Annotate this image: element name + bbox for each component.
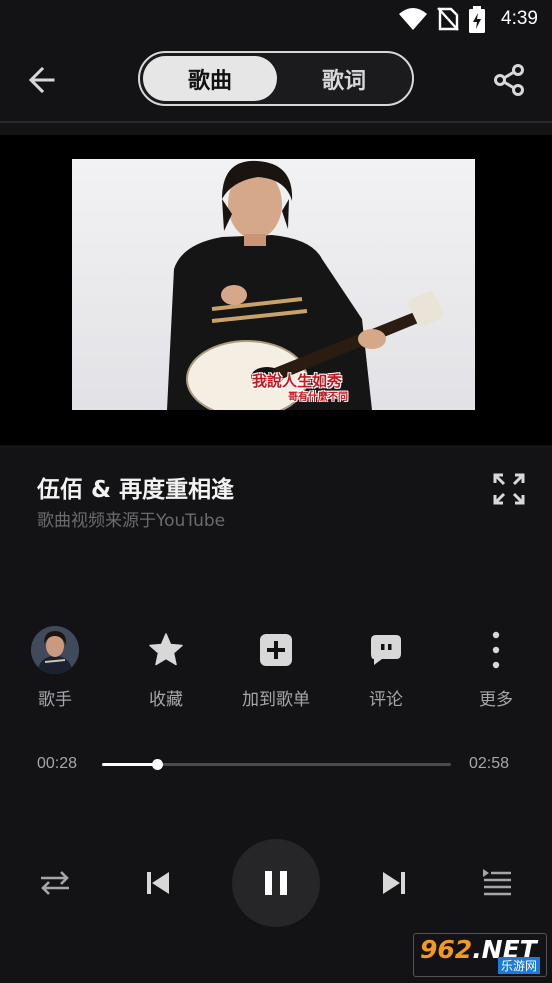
action-favorite[interactable]: 收藏 [126,625,206,715]
playlist-button[interactable] [474,860,520,906]
seek-bar[interactable] [102,759,451,770]
video-frame[interactable]: 我說人生如秀 哥有什麼不同 [72,159,475,410]
video-subtitle-line2: 哥有什麼不同 [288,390,348,403]
skip-previous-icon [147,872,169,894]
action-favorite-label: 收藏 [149,690,183,710]
fullscreen-button[interactable] [492,472,526,506]
fullscreen-expand-icon [493,473,525,505]
seek-bar-thumb[interactable] [151,759,163,770]
song-source-note: 歌曲视频来源于YouTube [37,511,226,531]
comment-icon [371,635,401,665]
back-button[interactable] [22,62,62,98]
share-button[interactable] [490,62,530,98]
segmented-tabs: 歌曲 歌词 [138,51,414,106]
star-icon [149,633,183,666]
add-to-playlist-icon [260,634,292,666]
previous-button[interactable] [135,860,181,906]
song-title: 伍佰 & 再度重相逢 [37,477,235,503]
tab-lyrics[interactable]: 歌词 [277,56,411,101]
play-pause-button[interactable] [232,839,320,927]
action-comment[interactable]: 评论 [346,625,426,715]
tab-song[interactable]: 歌曲 [143,56,277,101]
action-more[interactable]: 更多 [456,625,536,715]
total-time: 02:58 [469,755,510,772]
wifi-icon [399,8,427,30]
repeat-button[interactable] [32,860,78,906]
next-button[interactable] [371,860,417,906]
action-artist-label: 歌手 [38,690,72,710]
action-comment-label: 评论 [369,690,403,710]
video-thumbnail-image: 我說人生如秀 哥有什麼不同 [72,159,475,410]
pause-icon [265,871,287,895]
watermark-sub: 乐游网 [497,957,540,974]
action-add-to-playlist-label: 加到歌单 [242,690,310,710]
status-time: 4:39 [501,8,538,29]
artist-avatar[interactable] [31,626,79,674]
more-vertical-icon [492,631,500,669]
video-subtitle-line1: 我說人生如秀 [252,372,343,390]
seek-bar-progress [102,763,157,766]
battery-charging-icon [469,6,485,33]
playlist-icon [483,869,511,896]
action-artist[interactable]: 歌手 [15,625,95,715]
header-divider [0,121,552,123]
no-sim-icon [437,7,459,31]
action-add-to-playlist[interactable]: 加到歌单 [236,625,316,715]
skip-next-icon [383,872,405,894]
arrow-left-icon [28,66,55,94]
current-time: 00:28 [37,755,78,772]
action-more-label: 更多 [479,690,513,710]
share-icon [494,64,524,96]
repeat-icon [41,871,69,895]
watermark-logo: 962.NET 乐游网 [413,933,547,977]
status-bar: 4:39 [0,0,552,40]
